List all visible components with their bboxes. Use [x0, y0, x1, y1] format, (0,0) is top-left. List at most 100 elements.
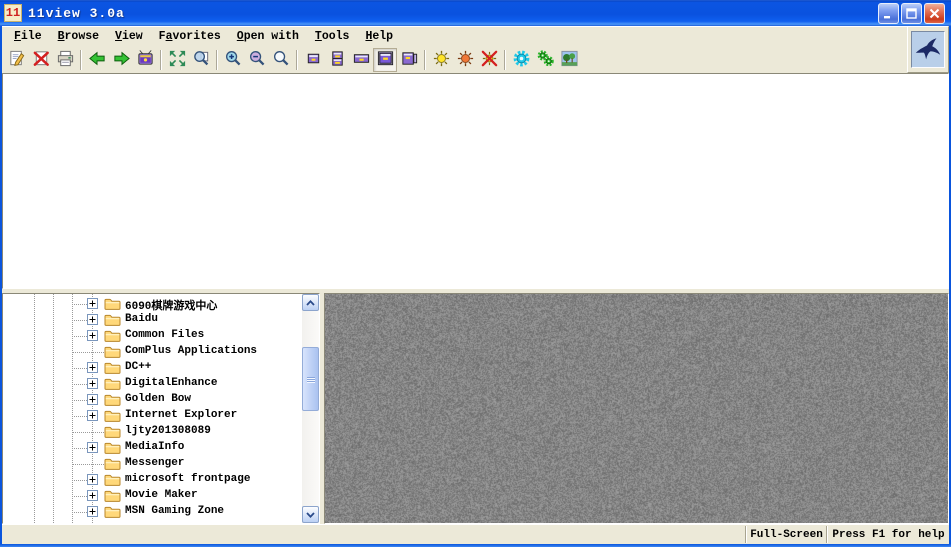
brightness-up-button[interactable]: [429, 48, 453, 72]
tree-connector: [72, 416, 87, 417]
tree-item[interactable]: MSN Gaming Zone: [3, 504, 302, 520]
arrow-left-icon: [88, 49, 107, 71]
expand-plus-icon[interactable]: [87, 442, 98, 453]
scrollbar-thumb[interactable]: [302, 347, 319, 411]
gears-green-icon: [536, 49, 555, 71]
folder-tree-pane: 6090棋牌游戏中心BaiduCommon Files ComPlus Appli…: [2, 293, 320, 524]
zoom-lock-button[interactable]: [189, 48, 213, 72]
expand-plus-icon[interactable]: [87, 410, 98, 421]
tree-item[interactable]: DC++: [3, 360, 302, 376]
slideshow-button[interactable]: [133, 48, 157, 72]
arrow-right-icon: [112, 49, 131, 71]
tree-item[interactable]: ComPlus Applications: [3, 344, 302, 360]
tree-item-label: DigitalEnhance: [125, 377, 217, 389]
view-full-window-button[interactable]: [373, 48, 397, 72]
toolbar-separator: [504, 50, 506, 70]
title-bar: 11 11view 3.0a: [0, 0, 951, 26]
expand-arrows-icon: [168, 49, 187, 71]
tree-item[interactable]: microsoft frontpage: [3, 472, 302, 488]
expand-plus-icon[interactable]: [87, 378, 98, 389]
sun-yellow-icon: [432, 49, 451, 71]
forward-button[interactable]: [109, 48, 133, 72]
view-single-button[interactable]: [301, 48, 325, 72]
expand-plus-icon[interactable]: [87, 506, 98, 517]
view-horizontal-split-button[interactable]: [349, 48, 373, 72]
tree-item[interactable]: MediaInfo: [3, 440, 302, 456]
menu-item-favorites[interactable]: Favorites: [151, 28, 229, 45]
wallpaper-button[interactable]: [557, 48, 581, 72]
scroll-up-button[interactable]: [302, 294, 319, 311]
delete-icon: [32, 49, 51, 71]
zoom-out-button[interactable]: [245, 48, 269, 72]
tree-item[interactable]: Movie Maker: [3, 488, 302, 504]
app-icon[interactable]: 11: [4, 4, 22, 22]
menu-item-open-with[interactable]: Open with: [229, 28, 307, 45]
expand-plus-icon[interactable]: [87, 330, 98, 341]
back-button[interactable]: [85, 48, 109, 72]
tree-item-label: ljty201308089: [125, 425, 211, 437]
tree-connector: [72, 352, 104, 353]
view-single-icon: [304, 49, 323, 71]
printer-icon: [56, 49, 75, 71]
delete-button[interactable]: [29, 48, 53, 72]
view-browse-icon: [400, 49, 419, 71]
tree-item-label: Common Files: [125, 329, 204, 341]
menu-item-help[interactable]: Help: [357, 28, 401, 45]
tree-item-label: microsoft frontpage: [125, 473, 250, 485]
expand-plus-icon[interactable]: [87, 474, 98, 485]
maximize-button[interactable]: [901, 3, 922, 24]
tree-item[interactable]: 6090棋牌游戏中心: [3, 296, 302, 312]
menu-item-view[interactable]: View: [107, 28, 151, 45]
reset-adjust-button[interactable]: [477, 48, 501, 72]
status-field-main: [2, 525, 745, 544]
menu-item-file[interactable]: File: [6, 28, 50, 45]
edit-button[interactable]: [5, 48, 29, 72]
close-button[interactable]: [924, 3, 945, 24]
tree-item[interactable]: DigitalEnhance: [3, 376, 302, 392]
tree-connector: [72, 432, 104, 433]
zoom-in-icon: [224, 49, 243, 71]
view-browse-button[interactable]: [397, 48, 421, 72]
scroll-down-button[interactable]: [302, 506, 319, 523]
print-button[interactable]: [53, 48, 77, 72]
zoom-out-icon: [248, 49, 267, 71]
tree-vertical-scrollbar[interactable]: [302, 294, 319, 523]
tree-connector: [72, 368, 87, 369]
menu-item-browse[interactable]: Browse: [50, 28, 107, 45]
expand-plus-icon[interactable]: [87, 362, 98, 373]
tree-item[interactable]: ljty201308089: [3, 424, 302, 440]
settings-button[interactable]: [509, 48, 533, 72]
full-screen-button[interactable]: [165, 48, 189, 72]
tree-connector: [72, 336, 87, 337]
brightness-down-button[interactable]: [453, 48, 477, 72]
minimize-button[interactable]: [878, 3, 899, 24]
tree-connector: [72, 464, 104, 465]
tree-item-label: Golden Bow: [125, 393, 191, 405]
window-border-left: [0, 26, 2, 547]
expand-plus-icon[interactable]: [87, 314, 98, 325]
tree-item-label: DC++: [125, 361, 151, 373]
expand-plus-icon[interactable]: [87, 298, 98, 309]
view-vertical-split-button[interactable]: [325, 48, 349, 72]
window-title: 11view 3.0a: [28, 6, 125, 21]
menu-item-tools[interactable]: Tools: [307, 28, 358, 45]
image-browse-pane: [324, 293, 949, 524]
zoom-original-button[interactable]: [269, 48, 293, 72]
tree-item-label: MSN Gaming Zone: [125, 505, 224, 517]
batch-button[interactable]: [533, 48, 557, 72]
expand-plus-icon[interactable]: [87, 490, 98, 501]
landscape-icon: [560, 49, 579, 71]
sun-orange-icon: [456, 49, 475, 71]
tree-item[interactable]: Common Files: [3, 328, 302, 344]
folder-icon: [104, 505, 121, 523]
toolbar-separator: [80, 50, 82, 70]
expand-plus-icon[interactable]: [87, 394, 98, 405]
tree-item[interactable]: Internet Explorer: [3, 408, 302, 424]
tv-icon: [136, 49, 155, 71]
tree-item[interactable]: Baidu: [3, 312, 302, 328]
tree-item[interactable]: Messenger: [3, 456, 302, 472]
magnifier-page-icon: [192, 49, 211, 71]
toolbar-separator: [160, 50, 162, 70]
zoom-in-button[interactable]: [221, 48, 245, 72]
tree-item[interactable]: Golden Bow: [3, 392, 302, 408]
